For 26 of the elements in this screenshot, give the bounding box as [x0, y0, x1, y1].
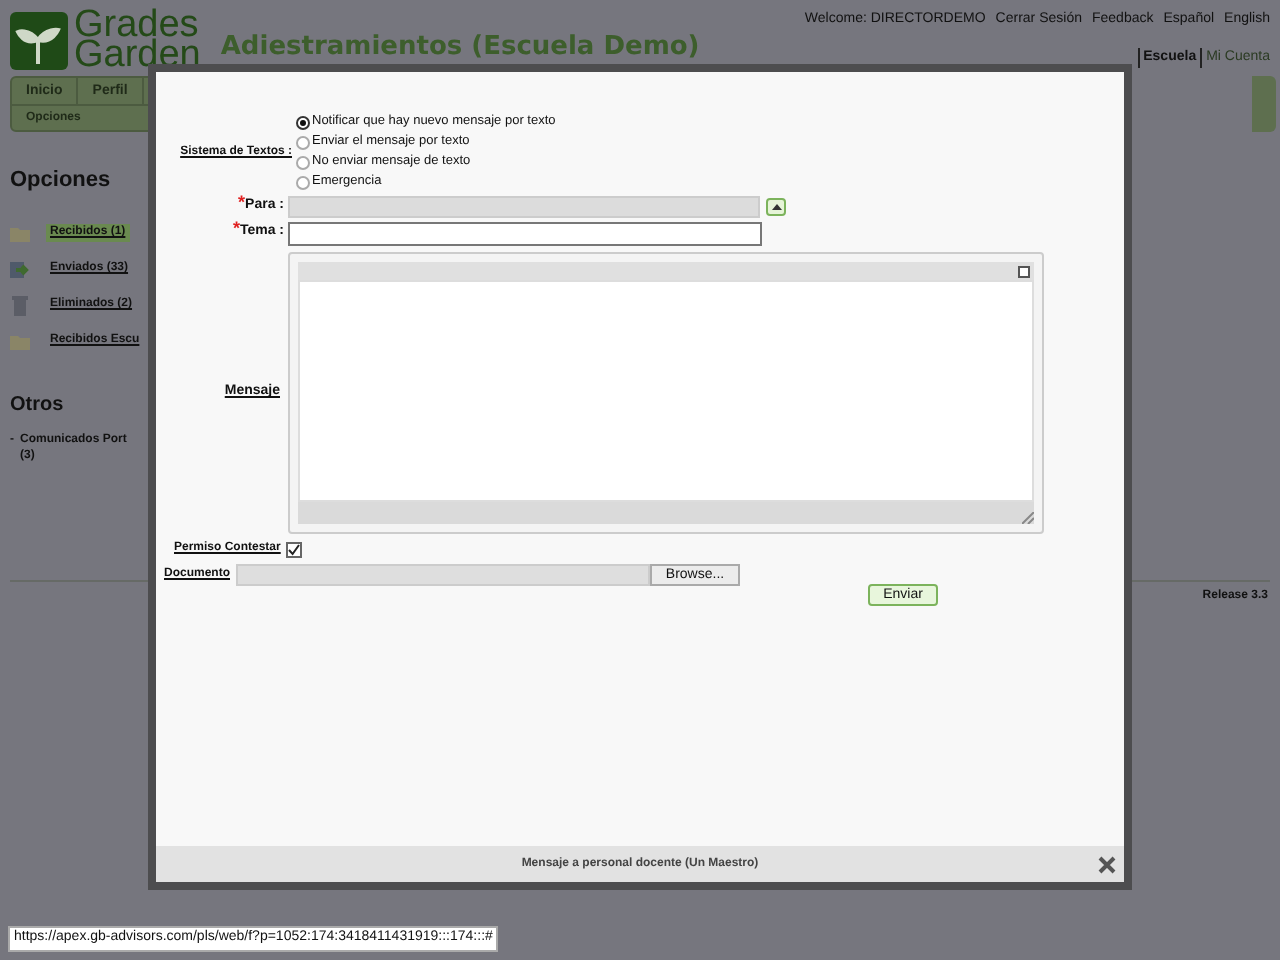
- checkbox[interactable]: [286, 541, 303, 557]
- message-field[interactable]: [298, 280, 1034, 502]
- file-field[interactable]: [236, 564, 650, 586]
- caret-up-icon: [771, 203, 781, 209]
- maximize-icon[interactable]: [1018, 265, 1030, 277]
- radio-button[interactable]: [296, 175, 310, 189]
- expand-button[interactable]: [766, 197, 786, 215]
- recipient-field[interactable]: [288, 195, 760, 217]
- radio-button[interactable]: [296, 155, 310, 169]
- page-title: Adiestramientos (Escuela Demo): [220, 30, 700, 66]
- radio-button[interactable]: [296, 135, 310, 149]
- arrow-icon: [10, 259, 30, 279]
- trash-icon: [12, 295, 28, 315]
- section-heading: Otros: [10, 391, 66, 419]
- section-heading: Opciones: [10, 166, 113, 196]
- sprout-icon: [10, 11, 68, 69]
- required-mark: *: [232, 222, 240, 243]
- radio-button[interactable]: [296, 115, 310, 129]
- close-icon[interactable]: [1098, 855, 1116, 873]
- logo-text: Garden: [74, 40, 201, 70]
- required-mark: *: [238, 195, 246, 216]
- subject-field[interactable]: [288, 221, 762, 245]
- logo-text: Grades: [74, 10, 201, 40]
- resize-grip-icon[interactable]: [1022, 512, 1034, 524]
- check-icon: [288, 543, 301, 555]
- nav-bar: [1252, 76, 1276, 132]
